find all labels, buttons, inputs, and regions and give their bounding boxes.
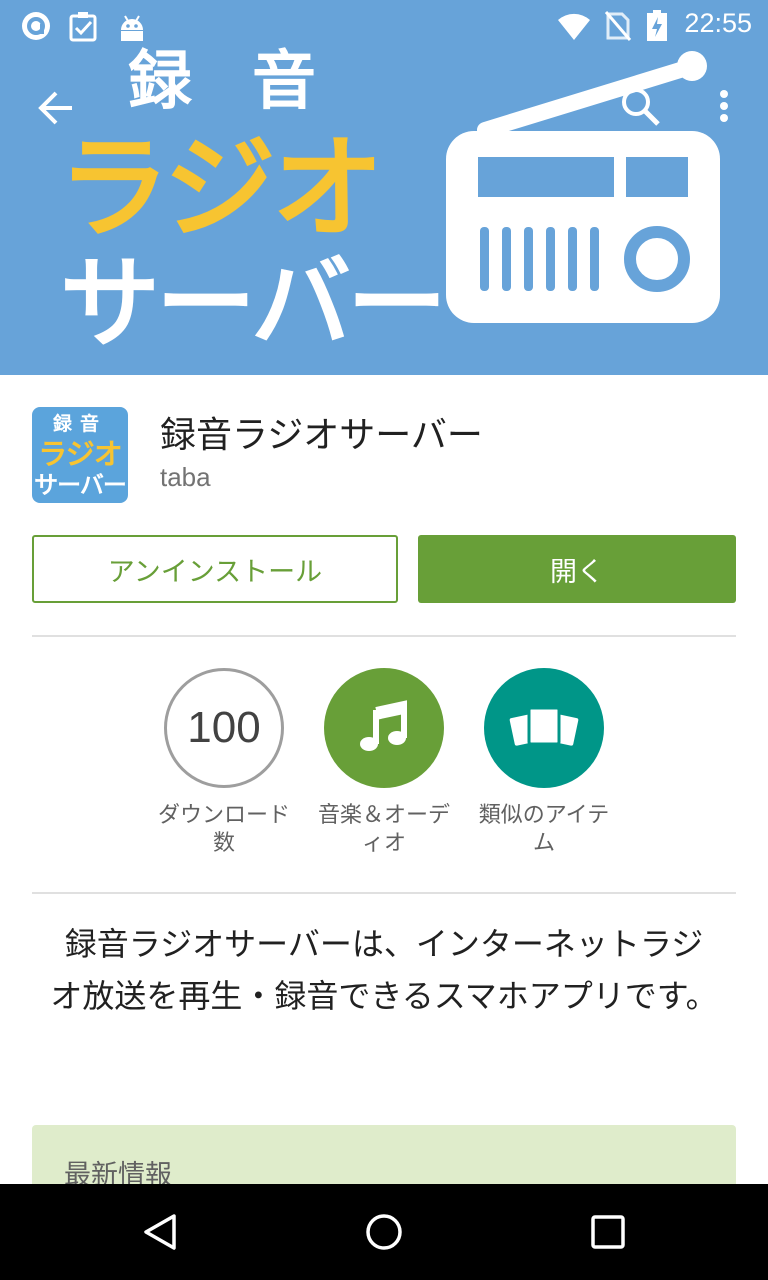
downloads-circle: 100 [164,668,284,788]
category-circle[interactable] [324,668,444,788]
similar-items-icon [509,706,579,746]
open-button[interactable]: 開く [418,535,736,603]
app-icon-line3: サーバー [34,471,127,499]
navigation-bar [0,1184,768,1280]
nav-back-button[interactable] [112,1184,208,1280]
divider [32,892,736,894]
no-sim-icon [604,11,632,41]
clipboard-check-icon [69,12,97,42]
app-icon: 録音 ラジオ サーバー [32,407,128,503]
app-description[interactable]: 録音ラジオサーバーは、インターネットラジオ放送を再生・録音できるスマホアプリです… [50,918,718,1022]
nav-recents-button[interactable] [560,1184,656,1280]
recents-square-icon [591,1215,625,1249]
app-notification-icon [22,12,50,40]
hero-line3: サーバー [60,245,447,362]
music-note-icon [360,700,407,751]
more-vert-icon[interactable] [714,88,734,128]
nav-home-button[interactable] [336,1184,432,1280]
battery-charging-icon [647,10,667,41]
category-label[interactable]: 音楽＆オーディオ [309,802,459,858]
app-title: 録音ラジオサーバー [160,415,483,456]
category-badge[interactable]: 音楽＆オーディオ [309,668,459,858]
similar-circle[interactable] [484,668,604,788]
similar-label[interactable]: 類似のアイテム [469,802,619,858]
downloads-label: ダウンロード数 [157,803,290,856]
search-icon[interactable] [620,86,662,128]
developer-name[interactable]: taba [160,462,211,493]
clock: 22:55 [684,8,752,38]
downloads-count: 100 [187,703,261,752]
home-circle-icon [366,1214,402,1250]
similar-badge[interactable]: 類似のアイテム [469,668,619,858]
divider [32,635,736,637]
radio-illustration-icon [446,51,720,323]
wifi-icon [558,13,590,40]
downloads-badge: 100 ダウンロード数 [149,668,299,858]
back-arrow-icon[interactable] [36,88,76,128]
status-bar: 22:55 [0,0,768,50]
uninstall-button[interactable]: アンインストール [32,535,398,603]
back-triangle-icon [144,1214,176,1250]
hero-banner: 録音 ラジオ サーバー [0,0,768,375]
android-icon [121,15,143,41]
